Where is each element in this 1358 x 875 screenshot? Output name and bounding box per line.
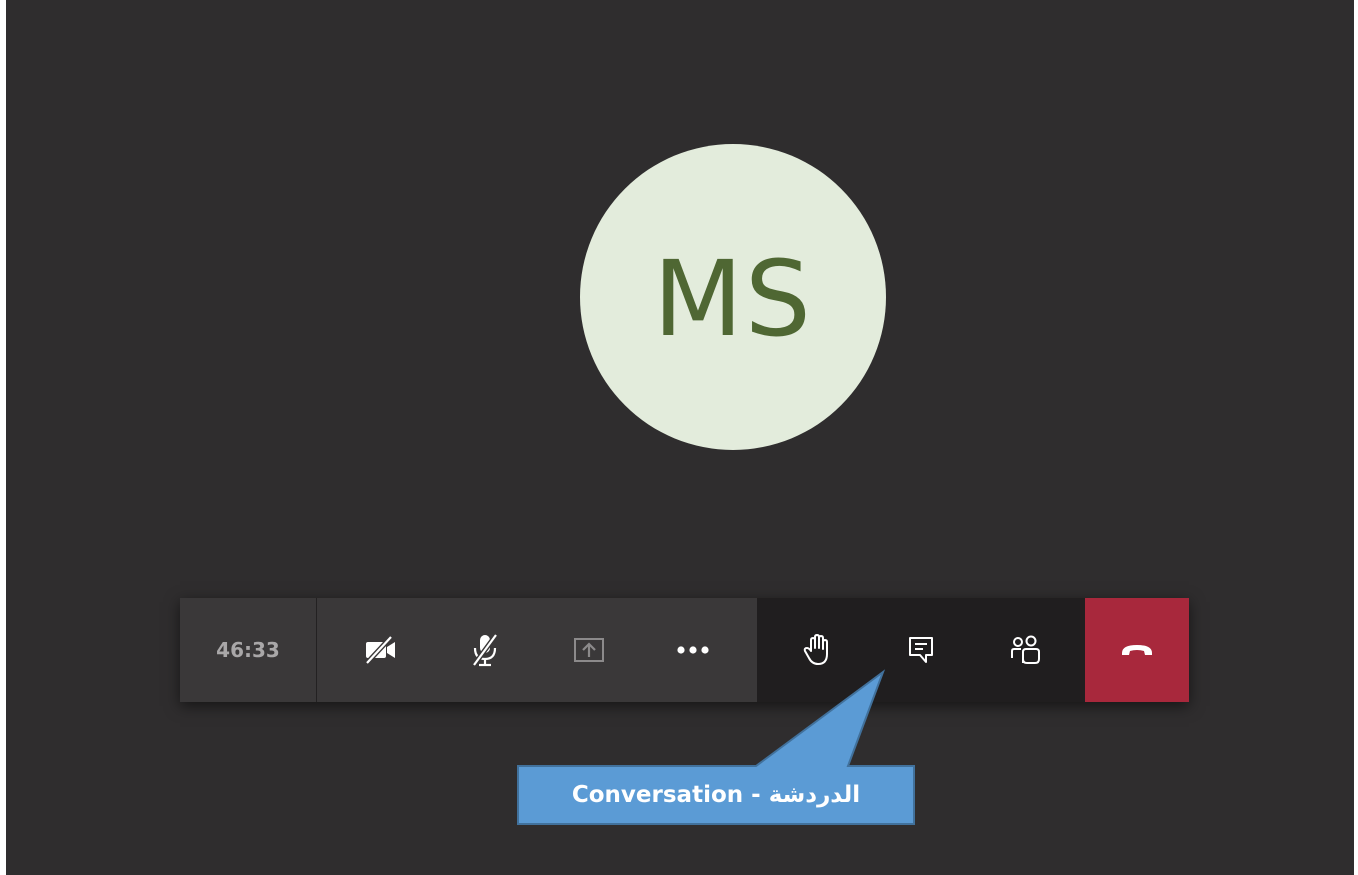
conversation-button[interactable] [869,598,973,702]
mic-off-icon [471,633,499,667]
meeting-stage: MS 46:33 الدردشة - Conversation [6,0,1354,875]
media-controls [317,598,757,702]
video-off-icon [365,636,395,664]
call-duration-text: 46:33 [216,638,280,662]
ellipsis-icon [677,646,709,654]
people-icon [1011,635,1040,664]
participants-button[interactable] [973,598,1077,702]
camera-toggle-button[interactable] [329,598,433,702]
participant-avatar: MS [580,144,886,450]
raise-hand-button[interactable] [765,598,869,702]
hand-icon [803,634,828,665]
hang-up-button[interactable] [1085,598,1189,702]
chat-icon [909,637,933,663]
participant-initials: MS [653,238,813,360]
mic-toggle-button[interactable] [433,598,537,702]
call-duration: 46:33 [180,598,317,702]
more-actions-button[interactable] [641,598,745,702]
call-controls-toolbar: 46:33 [180,598,1189,702]
callout-label: الدردشة - Conversation [571,782,861,808]
meeting-controls [757,598,1085,702]
share-tray-icon [574,638,604,662]
share-screen-button[interactable] [537,598,641,702]
phone-hangup-icon [1122,645,1152,655]
